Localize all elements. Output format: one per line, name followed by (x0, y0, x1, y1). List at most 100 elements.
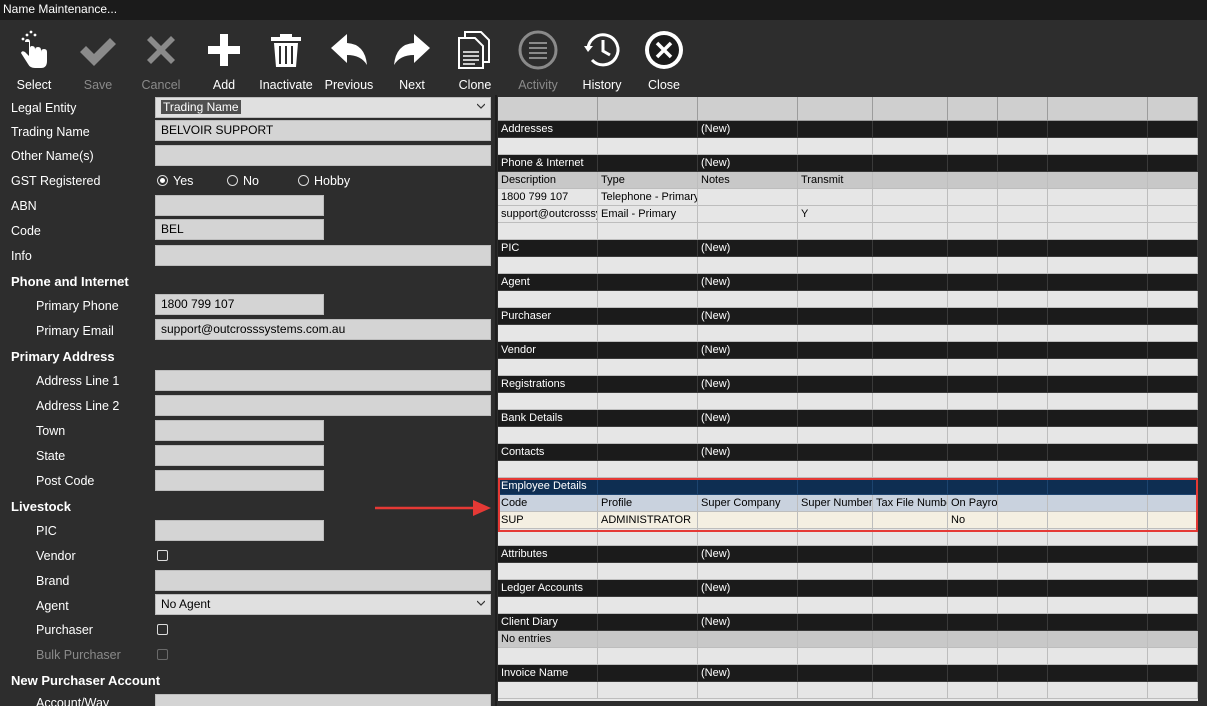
grid-cell[interactable] (948, 614, 998, 631)
grid-cell[interactable]: PIC (498, 240, 598, 257)
blank-row[interactable] (498, 223, 1198, 240)
trading-name-input[interactable]: BELVOIR SUPPORT (155, 120, 491, 141)
grid-cell[interactable] (598, 410, 698, 427)
bulk-purchaser-checkbox[interactable] (157, 649, 168, 660)
grid-cell[interactable] (873, 189, 948, 206)
grid-cell[interactable] (598, 546, 698, 563)
grid-cell[interactable] (948, 257, 998, 274)
grid-cell[interactable] (948, 121, 998, 138)
grid-cell[interactable] (598, 223, 698, 240)
grid-cell[interactable] (798, 121, 873, 138)
grid-cell[interactable] (698, 563, 798, 580)
grid-cell[interactable]: (New) (698, 274, 798, 291)
grid-cell[interactable] (798, 546, 873, 563)
grid-cell[interactable] (598, 257, 698, 274)
grid-cell[interactable] (1048, 172, 1148, 189)
section-row-purchaser[interactable]: Purchaser (New) (498, 308, 1198, 325)
grid-cell[interactable] (498, 393, 598, 410)
blank-row[interactable] (498, 563, 1198, 580)
grid-cell[interactable]: Transmit (798, 172, 873, 189)
grid-cell[interactable] (948, 631, 998, 648)
blank-row[interactable] (498, 393, 1198, 410)
section-row-vendor[interactable]: Vendor (New) (498, 342, 1198, 359)
grid-cell[interactable] (998, 359, 1048, 376)
grid-cell[interactable] (598, 563, 698, 580)
grid-cell[interactable]: (New) (698, 376, 798, 393)
grid-cell[interactable] (598, 631, 698, 648)
grid-cell[interactable] (798, 155, 873, 172)
select-button[interactable]: Select (4, 24, 64, 92)
grid-cell[interactable] (998, 614, 1048, 631)
grid-cell[interactable] (873, 665, 948, 682)
grid-cell[interactable] (1148, 206, 1198, 223)
legal-entity-select[interactable]: Trading Name (155, 97, 491, 118)
clone-button[interactable]: Clone (445, 24, 505, 92)
grid-cell[interactable] (698, 138, 798, 155)
abn-input[interactable] (155, 195, 324, 216)
grid-cell[interactable] (873, 648, 948, 665)
grid-cell[interactable] (598, 580, 698, 597)
grid-cell[interactable] (598, 393, 698, 410)
grid-cell[interactable] (1148, 155, 1198, 172)
grid-cell[interactable] (1148, 631, 1198, 648)
grid-cell[interactable] (798, 410, 873, 427)
col-header[interactable] (798, 97, 873, 121)
grid-cell[interactable] (698, 359, 798, 376)
grid-cell[interactable] (948, 240, 998, 257)
grid-cell[interactable] (1148, 546, 1198, 563)
grid-cell[interactable]: 1800 799 107 (498, 189, 598, 206)
grid-cell[interactable] (498, 682, 598, 699)
grid-cell[interactable]: Client Diary (498, 614, 598, 631)
grid-cell[interactable] (948, 138, 998, 155)
section-row-phone[interactable]: Phone & Internet (New) (498, 155, 1198, 172)
save-button[interactable]: Save (68, 24, 128, 92)
blank-row[interactable] (498, 359, 1198, 376)
grid-cell[interactable] (598, 138, 698, 155)
grid-cell[interactable] (948, 359, 998, 376)
col-header[interactable] (998, 97, 1048, 121)
grid-cell[interactable] (498, 291, 598, 308)
vendor-checkbox[interactable] (157, 550, 168, 561)
section-row-ledger[interactable]: Ledger Accounts (New) (498, 580, 1198, 597)
grid-cell[interactable] (998, 240, 1048, 257)
grid-cell[interactable] (798, 257, 873, 274)
col-header[interactable] (873, 97, 948, 121)
grid-cell[interactable] (998, 189, 1048, 206)
grid-cell[interactable] (948, 580, 998, 597)
grid-cell[interactable] (1048, 631, 1148, 648)
grid-cell[interactable] (873, 461, 948, 478)
grid-cell[interactable] (948, 393, 998, 410)
grid-cell[interactable] (948, 410, 998, 427)
grid-cell[interactable]: Vendor (498, 342, 598, 359)
grid-cell[interactable] (1148, 614, 1198, 631)
grid-cell[interactable] (1048, 223, 1148, 240)
grid-cell[interactable] (598, 682, 698, 699)
primary-phone-input[interactable]: 1800 799 107 (155, 294, 324, 315)
grid-cell[interactable] (798, 614, 873, 631)
grid-cell[interactable] (598, 427, 698, 444)
grid-cell[interactable]: Ledger Accounts (498, 580, 598, 597)
grid-cell[interactable] (1048, 427, 1148, 444)
info-input[interactable] (155, 245, 491, 266)
grid-cell[interactable]: (New) (698, 240, 798, 257)
grid-cell[interactable] (798, 563, 873, 580)
primary-email-input[interactable]: support@outcrosssystems.com.au (155, 319, 491, 340)
grid-cell[interactable] (798, 393, 873, 410)
grid-cell[interactable] (798, 597, 873, 614)
grid-cell[interactable] (498, 138, 598, 155)
grid-cell[interactable] (1148, 461, 1198, 478)
grid-cell[interactable] (948, 325, 998, 342)
grid-cell[interactable] (1048, 648, 1148, 665)
grid-cell[interactable] (873, 342, 948, 359)
grid-cell[interactable] (948, 461, 998, 478)
blank-row[interactable] (498, 648, 1198, 665)
grid-cell[interactable] (873, 410, 948, 427)
grid-cell[interactable] (798, 342, 873, 359)
grid-cell[interactable] (798, 682, 873, 699)
grid-cell[interactable] (698, 393, 798, 410)
blank-row[interactable] (498, 597, 1198, 614)
grid-cell[interactable]: Notes (698, 172, 798, 189)
grid-cell[interactable] (798, 376, 873, 393)
grid-cell[interactable] (998, 342, 1048, 359)
grid-cell[interactable] (698, 682, 798, 699)
